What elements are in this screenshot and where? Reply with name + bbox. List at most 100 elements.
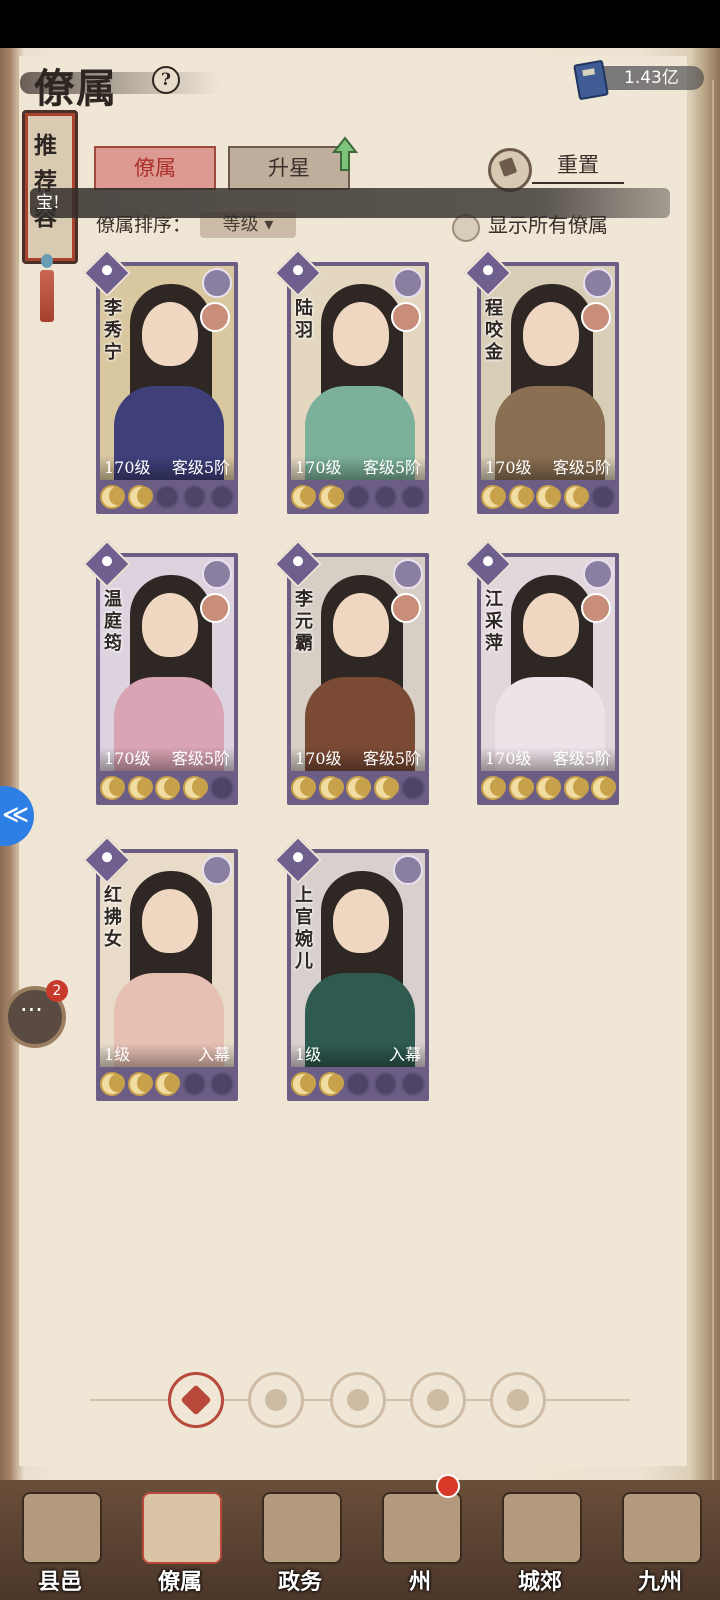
recommend-scroll-tag[interactable]: 推荐容 (22, 98, 78, 322)
up-arrow-icon (332, 136, 358, 171)
moon-star-icon (100, 485, 125, 509)
filter-gourd-icon[interactable] (330, 1372, 386, 1428)
character-rank: 入幕 (197, 1045, 230, 1064)
moon-star-icon (155, 776, 180, 800)
nav-county[interactable]: 县邑 (0, 1480, 120, 1600)
card-stats: 170级 客级5阶 (481, 456, 615, 480)
character-name: 程咬金 (485, 298, 503, 363)
nav-label: 州 (408, 1569, 431, 1595)
portrait-face (142, 302, 198, 366)
currency-display[interactable]: 1.43亿 (573, 59, 704, 101)
portrait-face (523, 593, 579, 657)
nav-nine-states[interactable]: 九州 (600, 1480, 720, 1600)
character-rank: 入幕 (388, 1045, 421, 1064)
status-bar (0, 0, 720, 48)
character-name: 江采萍 (485, 589, 503, 654)
show-all-checkbox[interactable] (452, 214, 480, 242)
moon-star-icon (563, 485, 589, 509)
book-currency-icon (573, 59, 609, 101)
filter-fan-icon[interactable] (410, 1372, 466, 1428)
scroll-tag-tassel (40, 270, 54, 322)
state-landscape-icon (382, 1492, 462, 1564)
moon-star-icon (346, 776, 371, 800)
moon-star-icon (401, 485, 425, 509)
character-name: 陆羽 (295, 298, 313, 341)
portrait-face (333, 593, 389, 657)
mentor-avatar-icon (200, 302, 230, 332)
attribute-icon (202, 559, 232, 589)
character-name: 李秀宁 (104, 298, 122, 363)
chat-badge: 2 (46, 980, 68, 1002)
mentor-avatar-icon (581, 302, 611, 332)
star-rating (291, 484, 425, 510)
moon-star-icon (373, 485, 398, 509)
nav-suburbs[interactable]: 城郊 (480, 1480, 600, 1600)
moon-star-icon (481, 485, 506, 509)
moon-star-icon (100, 1072, 125, 1096)
character-level: 170级 (104, 749, 151, 768)
reset-icon[interactable] (488, 148, 532, 192)
mentor-avatar-icon (391, 302, 421, 332)
character-rank: 客级5阶 (362, 458, 421, 477)
moon-star-icon (318, 1072, 344, 1096)
attribute-icon (393, 559, 423, 589)
character-rank: 客级5阶 (552, 458, 611, 477)
character-name: 上官婉儿 (295, 885, 313, 972)
filter-all-icon[interactable] (168, 1372, 224, 1428)
star-rating (481, 775, 616, 801)
moon-star-icon (318, 776, 344, 800)
moon-star-icon (346, 1072, 370, 1096)
moon-star-icon (346, 485, 370, 509)
attribute-icon (393, 855, 423, 885)
character-level: 1级 (295, 1045, 322, 1064)
filter-lion-icon[interactable] (490, 1372, 546, 1428)
scroll-portraits-icon (142, 1492, 222, 1564)
moon-star-icon (210, 1072, 234, 1096)
character-rank: 客级5阶 (171, 458, 230, 477)
toast-message: 宝! (30, 188, 670, 218)
moon-star-icon (318, 485, 344, 509)
filter-bell-icon[interactable] (248, 1372, 304, 1428)
moon-star-icon (373, 776, 399, 800)
subordinate-card[interactable]: 温庭筠 170级 客级5阶 (82, 539, 238, 805)
character-name: 李元霸 (295, 589, 313, 654)
help-icon[interactable]: ? (152, 66, 180, 94)
nav-label: 九州 (637, 1569, 682, 1595)
star-rating (291, 1071, 425, 1097)
moon-star-icon (100, 776, 125, 800)
nav-label: 政务 (277, 1569, 322, 1595)
nav-label: 城郊 (517, 1569, 562, 1595)
subordinate-card[interactable]: 陆羽 170级 客级5阶 (273, 248, 429, 514)
nav-label: 僚属 (157, 1569, 202, 1595)
nav-affairs[interactable]: 政务 (240, 1480, 360, 1600)
star-rating (481, 484, 615, 510)
subordinate-card[interactable]: 江采萍 170级 客级5阶 (463, 539, 619, 805)
character-level: 170级 (485, 458, 532, 477)
portrait-face (333, 302, 389, 366)
moon-star-icon (591, 776, 616, 800)
map-scroll-icon (622, 1492, 702, 1564)
reset-button[interactable]: 重置 (532, 148, 624, 184)
portrait-face (142, 889, 198, 953)
attribute-icon (202, 268, 232, 298)
subordinate-card[interactable]: 上官婉儿 1级 入幕 (273, 835, 429, 1101)
moon-star-icon (401, 776, 425, 800)
nav-label: 县邑 (37, 1569, 82, 1595)
character-level: 170级 (295, 458, 342, 477)
suburb-icon (502, 1492, 582, 1564)
bottom-nav: 县邑 僚属 政务 州 城郊 九州 (0, 1480, 720, 1600)
tab-subordinates[interactable]: 僚属 (94, 146, 216, 190)
nav-subordinates[interactable]: 僚属 (120, 1480, 240, 1600)
nav-state[interactable]: 州 (360, 1480, 480, 1600)
subordinate-card[interactable]: 李元霸 170级 客级5阶 (273, 539, 429, 805)
subordinate-card[interactable]: 李秀宁 170级 客级5阶 (82, 248, 238, 514)
subordinate-card[interactable]: 红拂女 1级 入幕 (82, 835, 238, 1101)
card-stats: 170级 客级5阶 (100, 456, 234, 480)
attribute-icon (202, 855, 232, 885)
card-stats: 1级 入幕 (100, 1043, 234, 1067)
moon-star-icon (155, 1072, 180, 1096)
moon-star-icon (291, 776, 316, 800)
mentor-avatar-icon (581, 593, 611, 623)
attribute-icon (393, 268, 423, 298)
subordinate-card[interactable]: 程咬金 170级 客级5阶 (463, 248, 619, 514)
